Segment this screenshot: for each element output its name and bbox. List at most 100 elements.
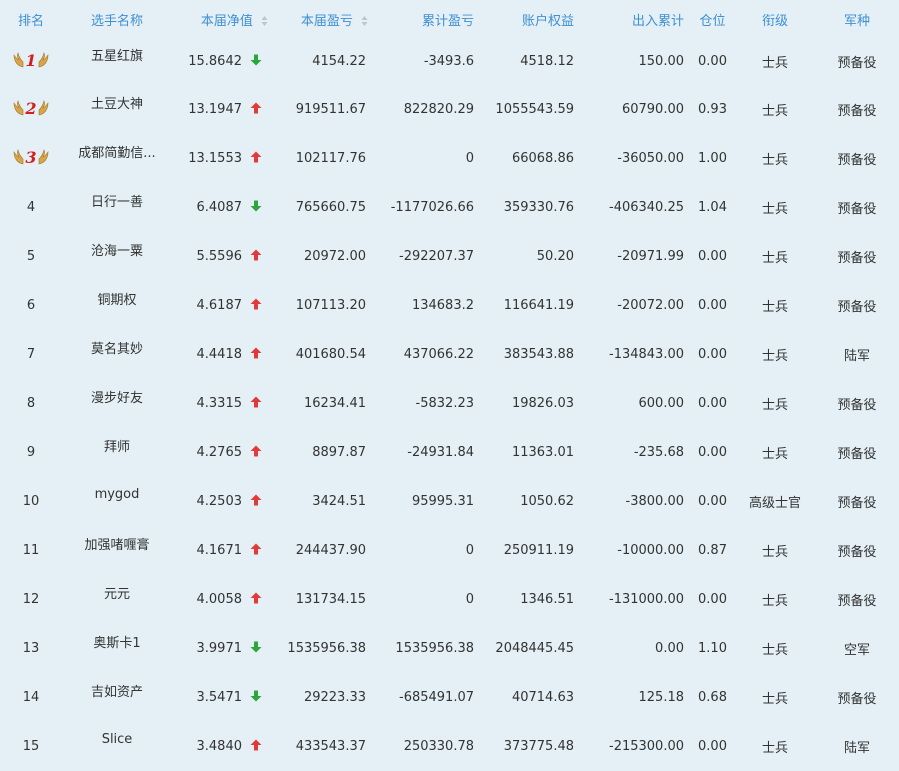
player-name[interactable]: 土豆大神 (91, 93, 143, 112)
right-wing-icon (38, 100, 48, 116)
sort-icon[interactable] (361, 15, 368, 27)
player-name-cell[interactable]: 沧海一粟 (62, 232, 172, 281)
table-row[interactable]: 10 mygod 4.2503 3424.51 95995.31 1050.62… (0, 477, 899, 526)
title-cell: 士兵 (761, 545, 788, 560)
rank-medal-icon: 1 (10, 51, 52, 70)
player-name[interactable]: 拜师 (104, 436, 130, 455)
profit-cell: 244437.90 (295, 543, 366, 558)
table-row[interactable]: 5 沧海一粟 5.5596 20972.00 -292207.37 50.20 … (0, 232, 899, 281)
arrow-up-icon (250, 249, 262, 260)
equity-cell: 66068.86 (511, 151, 574, 166)
title-cell: 士兵 (761, 692, 788, 707)
branch-cell: 预备役 (837, 545, 877, 560)
player-name-cell[interactable]: 五星红旗 (62, 38, 172, 85)
table-row[interactable]: 12 元元 4.0058 131734.15 0 1346.51 -131000… (0, 575, 899, 624)
player-name-cell[interactable]: mygod (62, 477, 172, 526)
table-row[interactable]: 6 铜期权 4.6187 107113.20 134683.2 116641.1… (0, 281, 899, 330)
player-name-cell[interactable]: 加强啫喱膏 (62, 526, 172, 575)
player-name[interactable]: 吉如资产 (91, 681, 143, 700)
arrow-up-icon (250, 543, 262, 554)
title-cell: 士兵 (761, 594, 788, 609)
profit-cell: 107113.20 (295, 298, 366, 313)
player-name[interactable]: 成都简勤信... (78, 142, 155, 161)
table-row[interactable]: 11 加强啫喱膏 4.1671 244437.90 0 250911.19 -1… (0, 526, 899, 575)
player-name[interactable]: 加强啫喱膏 (84, 534, 149, 553)
arrow-up-icon (250, 396, 262, 407)
player-name-cell[interactable]: 日行一善 (62, 183, 172, 232)
col-net-value-header[interactable]: 本届净值 (172, 0, 272, 38)
branch-cell: 陆军 (843, 349, 870, 364)
arrow-up-icon (250, 151, 262, 162)
title-cell: 士兵 (761, 251, 788, 266)
profit-cell: 1535956.38 (287, 641, 366, 656)
branch-cell: 预备役 (837, 251, 877, 266)
player-name[interactable]: 沧海一粟 (91, 240, 143, 259)
table-row[interactable]: 14 吉如资产 3.5471 29223.33 -685491.07 40714… (0, 673, 899, 722)
profit-cell: 401680.54 (295, 347, 366, 362)
player-name-cell[interactable]: 吉如资产 (62, 673, 172, 722)
branch-cell: 预备役 (837, 496, 877, 511)
player-name-cell[interactable]: 奥斯卡1 (62, 624, 172, 673)
table-row[interactable]: 1 五星红旗 15.8642 4154.22 -3493.6 4518.12 1… (0, 38, 899, 85)
left-wing-icon (14, 52, 24, 68)
rank-cell: 6 (26, 298, 36, 313)
player-name-cell[interactable]: 土豆大神 (62, 85, 172, 134)
player-name-cell[interactable]: Slice (62, 722, 172, 771)
table-row[interactable]: 2 土豆大神 13.1947 919511.67 822820.29 10555… (0, 85, 899, 134)
player-name[interactable]: 漫步好友 (91, 387, 143, 406)
player-name[interactable]: 日行一善 (91, 191, 143, 210)
profit-cell: 8897.87 (312, 445, 366, 460)
sort-icon[interactable] (261, 15, 268, 27)
col-profit-header[interactable]: 本届盈亏 (272, 0, 372, 38)
cum-profit-cell: -685491.07 (399, 690, 474, 705)
player-name[interactable]: Slice (102, 732, 133, 747)
equity-cell: 116641.19 (503, 298, 574, 313)
position-cell: 1.04 (698, 200, 727, 215)
player-name[interactable]: 铜期权 (97, 289, 136, 308)
table-row[interactable]: 4 日行一善 6.4087 765660.75 -1177026.66 3593… (0, 183, 899, 232)
arrow-down-icon (250, 200, 262, 211)
table-row[interactable]: 8 漫步好友 4.3315 16234.41 -5832.23 19826.03… (0, 379, 899, 428)
inout-cell: -406340.25 (609, 200, 684, 215)
title-cell: 士兵 (761, 153, 788, 168)
player-name-cell[interactable]: 成都简勤信... (62, 134, 172, 183)
branch-cell: 陆军 (843, 741, 870, 756)
player-name-cell[interactable]: 莫名其妙 (62, 330, 172, 379)
rank-cell: 8 (26, 396, 36, 411)
cum-profit-cell: 822820.29 (403, 102, 474, 117)
rank-medal-icon: 3 (10, 148, 52, 167)
inout-cell: -20971.99 (617, 249, 684, 264)
inout-cell: -131000.00 (609, 592, 684, 607)
player-name[interactable]: 五星红旗 (91, 45, 143, 64)
rank-cell: 11 (22, 543, 40, 558)
profit-cell: 4154.22 (312, 54, 366, 69)
net-value: 4.4418 (196, 347, 243, 362)
table-row[interactable]: 13 奥斯卡1 3.9971 1535956.38 1535956.38 204… (0, 624, 899, 673)
net-value: 15.8642 (188, 54, 242, 69)
player-name-cell[interactable]: 元元 (62, 575, 172, 624)
player-name[interactable]: 莫名其妙 (91, 338, 143, 357)
position-cell: 0.00 (698, 249, 727, 264)
arrow-down-icon (250, 54, 262, 65)
net-value: 4.2503 (196, 494, 243, 509)
col-position-header: 仓位 (690, 0, 735, 38)
net-value-cell: 3.4840 (172, 722, 272, 771)
inout-cell: -134843.00 (609, 347, 684, 362)
player-name[interactable]: 元元 (104, 583, 130, 602)
player-name-cell[interactable]: 漫步好友 (62, 379, 172, 428)
player-name[interactable]: 奥斯卡1 (93, 632, 140, 651)
table-row[interactable]: 15 Slice 3.4840 433543.37 250330.78 3737… (0, 722, 899, 771)
col-title-header: 衔级 (735, 0, 815, 38)
net-value: 4.2765 (196, 445, 243, 460)
table-row[interactable]: 7 莫名其妙 4.4418 401680.54 437066.22 383543… (0, 330, 899, 379)
arrow-down-icon (250, 690, 262, 701)
profit-cell: 131734.15 (295, 592, 366, 607)
net-value-cell: 4.3315 (172, 379, 272, 428)
player-name[interactable]: mygod (95, 487, 140, 502)
net-value-cell: 4.2765 (172, 428, 272, 477)
player-name-cell[interactable]: 拜师 (62, 428, 172, 477)
table-row[interactable]: 9 拜师 4.2765 8897.87 -24931.84 11363.01 -… (0, 428, 899, 477)
table-row[interactable]: 3 成都简勤信... 13.1553 102117.76 0 66068.86 … (0, 134, 899, 183)
player-name-cell[interactable]: 铜期权 (62, 281, 172, 330)
col-cum-profit-header: 累计盈亏 (372, 0, 480, 38)
